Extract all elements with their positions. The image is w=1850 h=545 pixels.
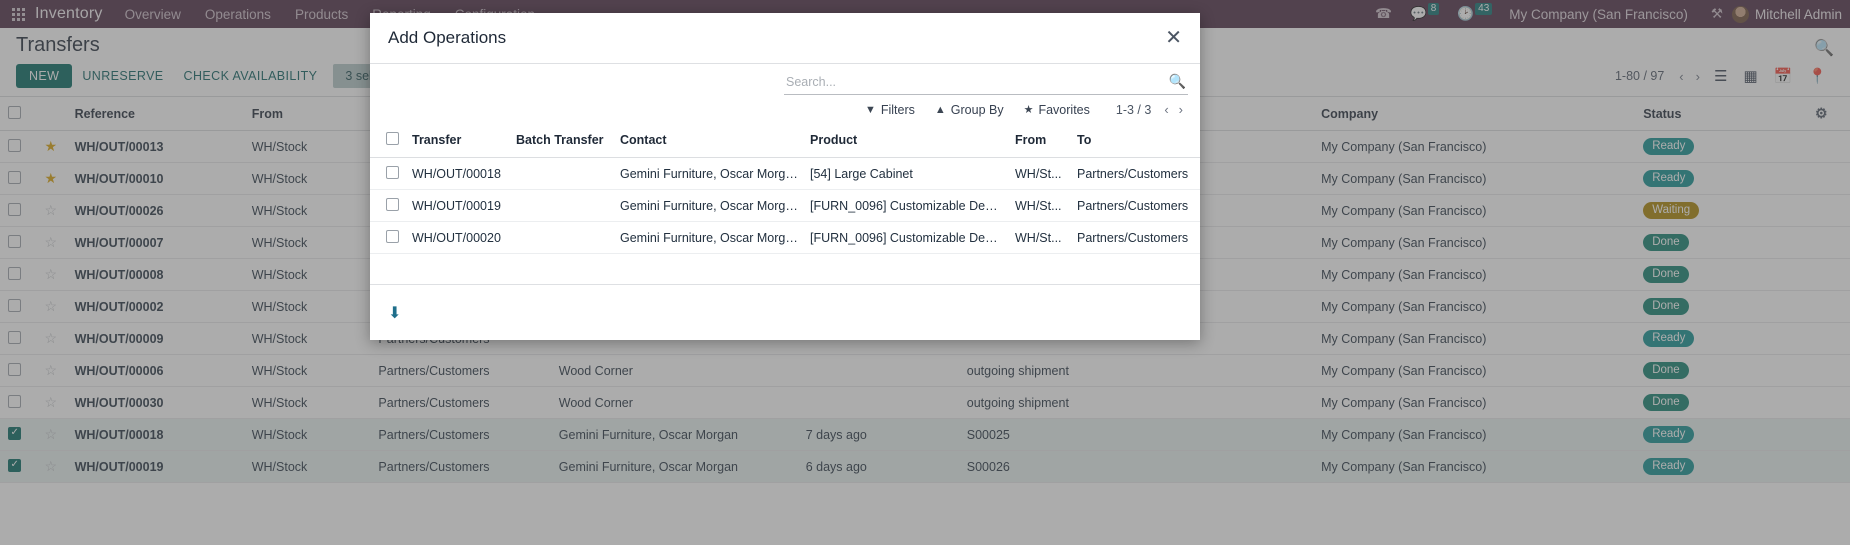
cell-from: WH/St... [1009,189,1071,222]
cell-status: Available [1199,157,1200,190]
dialog-pager-text: 1-3 / 3 [1115,102,1152,117]
filter-dropdowns: ▼ Filters ▲ Group By ★ Favorites [865,103,1090,117]
row-select-cell[interactable] [370,189,406,222]
funnel-icon: ▼ [864,103,876,116]
star-icon: ★ [1023,104,1034,116]
operations-table: Transfer Batch Transfer Contact Product … [370,123,1200,254]
header-from[interactable]: From [1009,123,1071,158]
dialog-header: Add Operations ✕ [370,13,1200,64]
dialog-pager: 1-3 / 3 ‹ › [1116,102,1188,117]
cell-batch-transfer [510,189,614,222]
row-checkbox[interactable] [386,229,399,243]
add-operations-dialog: Add Operations ✕ 🔍 ▼ Filters ▲ Group By [370,13,1200,340]
cell-product: [FURN_0096] Customizable Desk (... [804,189,1009,222]
filters-label: Filters [880,102,915,117]
operations-header-row: Transfer Batch Transfer Contact Product … [370,123,1200,158]
group-by-dropdown[interactable]: ▲ Group By [935,103,1004,117]
row-select-cell[interactable] [370,221,406,254]
cell-contact: Gemini Furniture, Oscar Morgan [614,189,804,222]
cell-contact: Gemini Furniture, Oscar Morgan [614,157,804,190]
favorites-dropdown[interactable]: ★ Favorites [1024,103,1090,117]
cell-transfer: WH/OUT/00020 [406,221,510,254]
group-by-label: Group By [950,102,1004,117]
dialog-searchbar: 🔍 [370,64,1200,95]
cell-batch-transfer [510,157,614,190]
search-input[interactable] [786,74,1169,89]
cell-product: [FURN_0096] Customizable Desk (... [804,221,1009,254]
cell-transfer: WH/OUT/00019 [406,189,510,222]
favorites-label: Favorites [1038,102,1090,117]
cell-to: Partners/Customers [1071,157,1199,190]
select-all-checkbox[interactable] [386,132,399,145]
search-view[interactable]: 🔍 [784,70,1188,95]
cell-from: WH/St... [1009,221,1071,254]
chevron-right-icon[interactable]: › [1174,102,1188,117]
header-product[interactable]: Product [804,123,1009,158]
header-to[interactable]: To [1071,123,1199,158]
operations-table-body: WH/OUT/00018 Gemini Furniture, Oscar Morg… [370,157,1200,254]
table-row[interactable]: WH/OUT/00020 Gemini Furniture, Oscar Morg… [370,221,1200,254]
dialog-footer: ⬇ [370,284,1200,340]
row-select-cell[interactable] [370,157,406,190]
layers-icon: ▲ [934,103,946,116]
row-checkbox[interactable] [386,197,399,211]
table-row[interactable]: WH/OUT/00019 Gemini Furniture, Oscar Morg… [370,189,1200,222]
operations-select-all-header[interactable] [370,123,406,158]
header-status[interactable]: Status [1199,123,1200,158]
header-transfer[interactable]: Transfer [406,123,510,158]
close-icon[interactable]: ✕ [1165,28,1182,48]
cell-product: [54] Large Cabinet [804,157,1009,190]
dialog-table-wrap: Transfer Batch Transfer Contact Product … [370,123,1200,284]
dialog-filter-row: ▼ Filters ▲ Group By ★ Favorites 1-3 / 3… [370,95,1200,123]
cell-batch-transfer [510,221,614,254]
cell-to: Partners/Customers [1071,221,1199,254]
download-icon[interactable]: ⬇ [388,303,401,323]
cell-transfer: WH/OUT/00018 [406,157,510,190]
search-icon[interactable]: 🔍 [1169,73,1186,90]
cell-status: Available [1199,189,1200,222]
dialog-title: Add Operations [388,28,507,47]
filters-dropdown[interactable]: ▼ Filters [865,103,915,117]
cell-contact: Gemini Furniture, Oscar Morgan [614,221,804,254]
header-batch-transfer[interactable]: Batch Transfer [510,123,614,158]
chevron-left-icon[interactable]: ‹ [1159,102,1173,117]
cell-to: Partners/Customers [1071,189,1199,222]
table-row[interactable]: WH/OUT/00018 Gemini Furniture, Oscar Morg… [370,157,1200,190]
header-contact[interactable]: Contact [614,123,804,158]
cell-status: Available [1199,221,1200,254]
row-checkbox[interactable] [386,165,399,179]
cell-from: WH/St... [1009,157,1071,190]
